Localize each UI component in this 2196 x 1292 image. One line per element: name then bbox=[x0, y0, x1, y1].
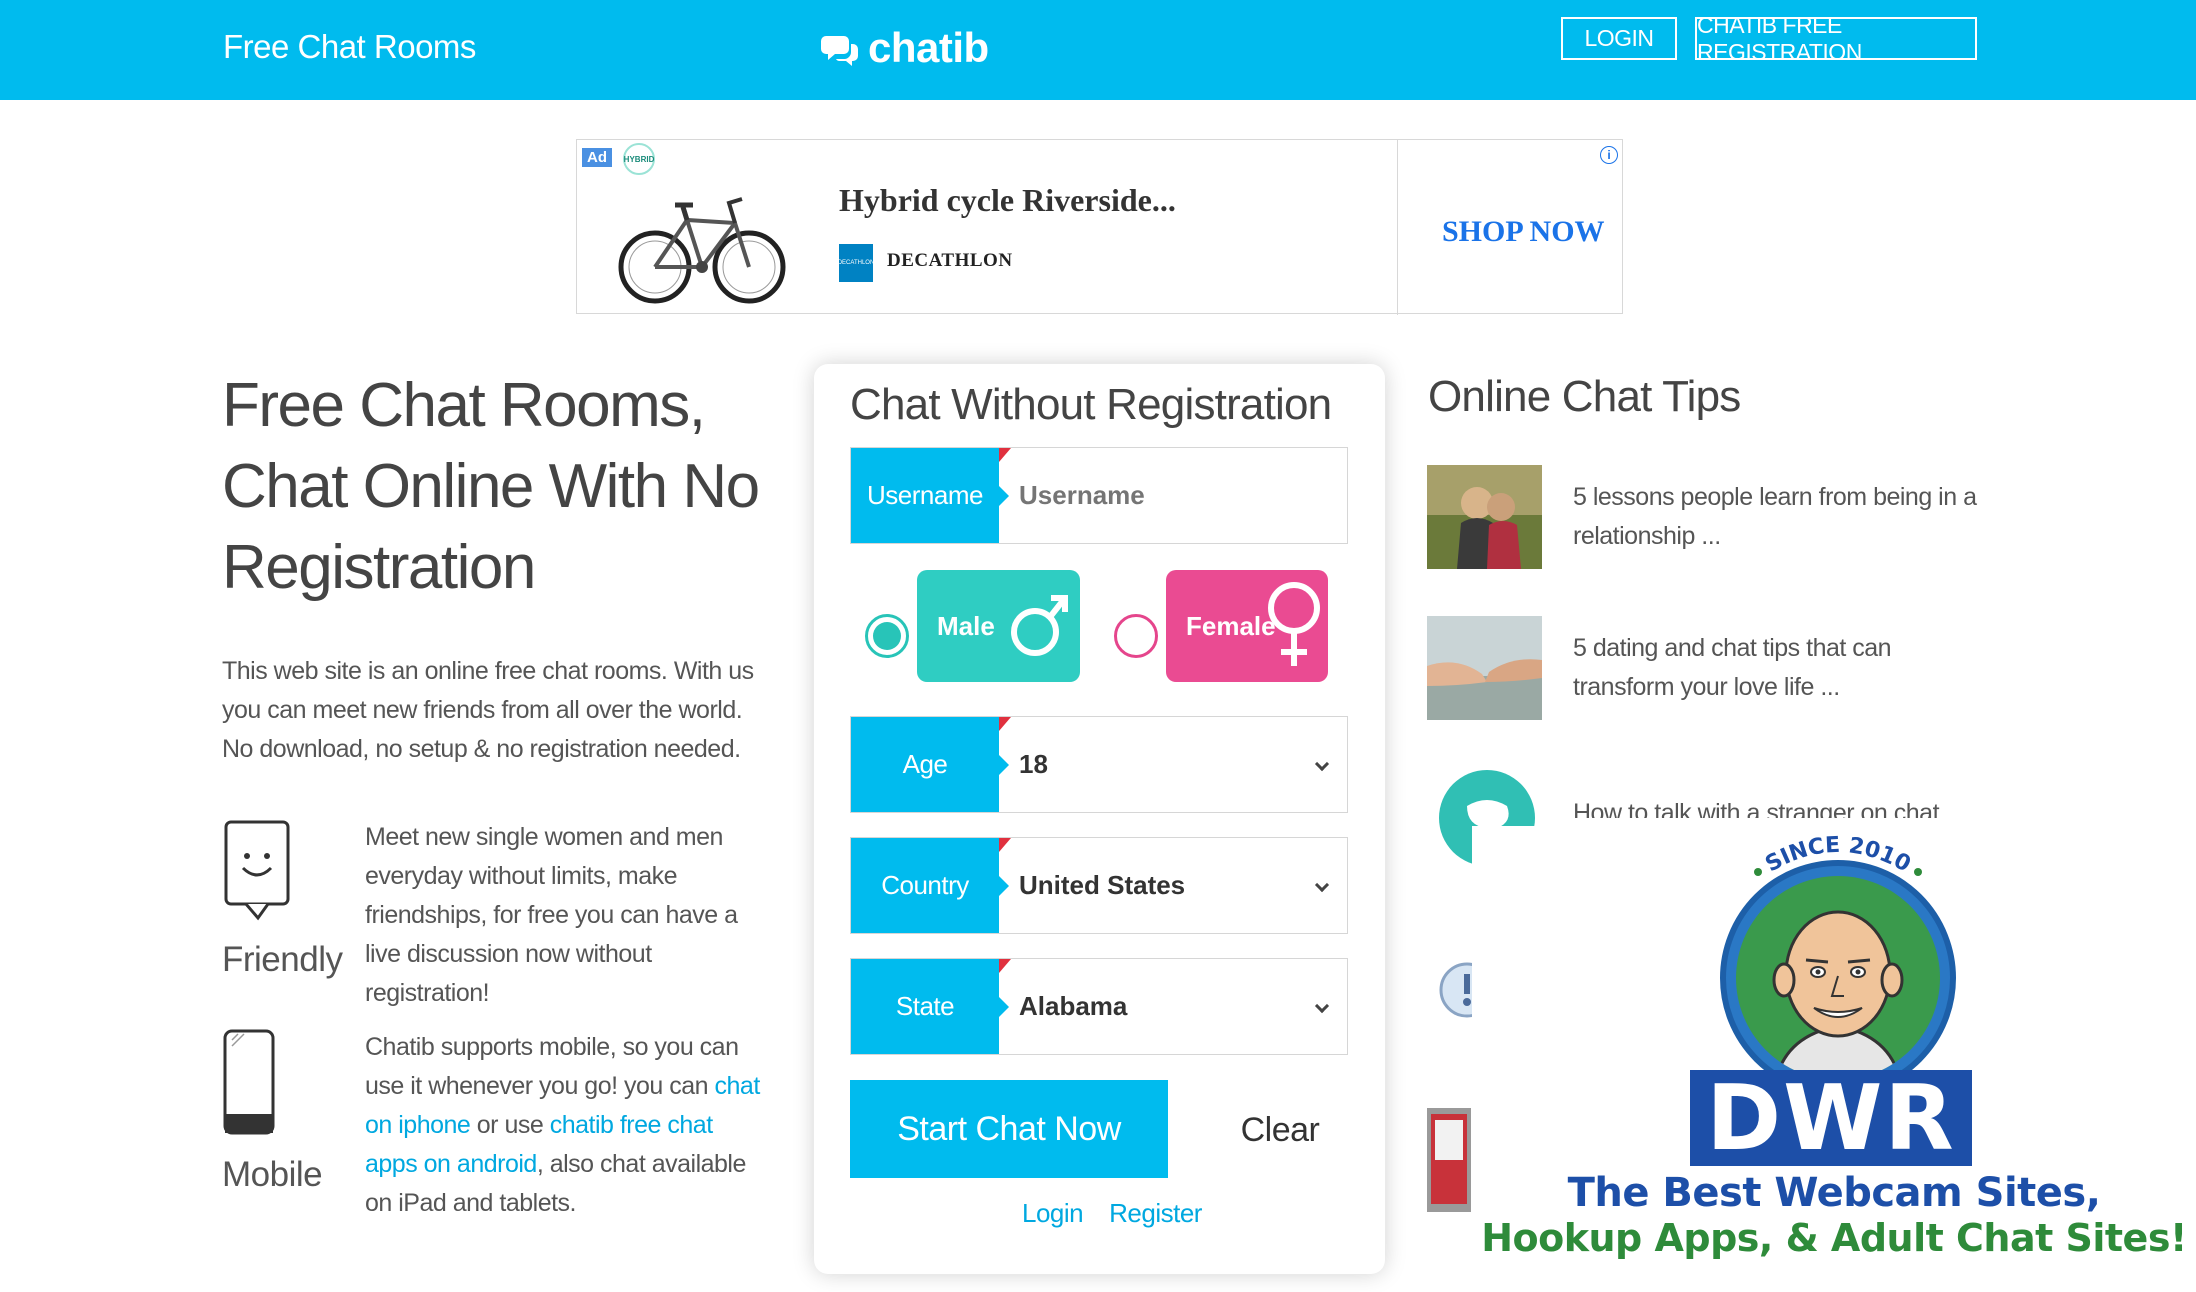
mascot-background bbox=[1736, 876, 1940, 1080]
friendly-label: Friendly bbox=[222, 940, 343, 979]
chat-bubbles-icon bbox=[821, 36, 858, 66]
advertisement-banner[interactable]: Ad HYBRID Hybrid cycle Riverside... DECA… bbox=[576, 139, 1623, 315]
form-title: Chat Without Registration bbox=[850, 380, 1332, 429]
dwr-mascot-badge bbox=[1720, 860, 1956, 1096]
age-label: Age bbox=[851, 717, 1011, 812]
intro-text: This web site is an online free chat roo… bbox=[222, 657, 754, 763]
female-label: Female bbox=[1186, 610, 1276, 641]
chatib-logo[interactable]: chatib bbox=[820, 24, 989, 72]
start-chat-button[interactable]: Start Chat Now bbox=[850, 1080, 1168, 1178]
top-navbar: Free Chat Rooms chatib LOGIN CHATIB FREE… bbox=[0, 0, 2196, 100]
mobile-phone-icon bbox=[223, 1029, 275, 1135]
mobile-label: Mobile bbox=[222, 1155, 323, 1194]
male-option[interactable]: Male bbox=[917, 570, 1080, 682]
username-input[interactable] bbox=[1019, 448, 1339, 543]
age-select[interactable]: Age 18 bbox=[850, 716, 1348, 813]
dwr-logo-letters: DWR bbox=[1690, 1066, 1972, 1171]
hybrid-badge-icon: HYBRID bbox=[623, 143, 655, 175]
bicycle-image bbox=[618, 197, 786, 304]
country-label: Country bbox=[851, 838, 1011, 933]
free-chat-rooms-link[interactable]: Free Chat Rooms bbox=[223, 28, 476, 66]
form-links: Login Register bbox=[1022, 1198, 1202, 1229]
chevron-down-icon bbox=[1314, 756, 1330, 771]
login-link[interactable]: Login bbox=[1022, 1198, 1084, 1229]
dwr-tagline-1: The Best Webcam Sites, bbox=[1567, 1170, 2101, 1216]
male-label: Male bbox=[937, 610, 995, 641]
smiley-chat-icon bbox=[224, 820, 290, 921]
country-value: United States bbox=[1019, 870, 1186, 900]
tip-item-3[interactable]: How to talk with a stranger on chat room… bbox=[1573, 794, 1993, 818]
ad-info-icon[interactable]: i bbox=[1600, 146, 1618, 164]
chevron-down-icon bbox=[1314, 998, 1330, 1013]
free-registration-button[interactable]: CHATIB FREE REGISTRATION bbox=[1695, 12, 1977, 65]
ad-badge: Ad bbox=[582, 148, 612, 167]
logo-text: chatib bbox=[868, 24, 989, 71]
tips-title: Online Chat Tips bbox=[1428, 372, 1741, 421]
decathlon-logo: DECATHLON bbox=[838, 244, 874, 282]
tip-item-2[interactable]: 5 dating and chat tips that can transfor… bbox=[1573, 629, 1993, 707]
shop-now-button[interactable]: SHOP NOW bbox=[1442, 215, 1605, 249]
male-radio[interactable] bbox=[865, 614, 909, 658]
clear-button[interactable]: Clear bbox=[1230, 1100, 1330, 1160]
state-value: Alabama bbox=[1019, 991, 1128, 1021]
holding-fingers-thumbnail[interactable] bbox=[1427, 616, 1542, 720]
female-radio[interactable] bbox=[1114, 614, 1158, 658]
female-option[interactable]: Female bbox=[1166, 570, 1328, 682]
country-select[interactable]: Country United States bbox=[850, 837, 1348, 934]
state-select[interactable]: State Alabama bbox=[850, 958, 1348, 1055]
age-value: 18 bbox=[1019, 749, 1048, 779]
tip-item-1[interactable]: 5 lessons people learn from being in a r… bbox=[1573, 478, 1993, 556]
male-symbol-icon bbox=[1011, 595, 1068, 656]
state-label: State bbox=[851, 959, 1011, 1054]
username-label: Username bbox=[851, 448, 1011, 543]
page-title: Free Chat Rooms, Chat Online With No Reg… bbox=[222, 371, 760, 602]
mobile-text: Chatib supports mobile, so you can use i… bbox=[365, 1033, 760, 1217]
female-symbol-icon bbox=[1268, 582, 1320, 666]
friendly-text: Meet new single women and men everyday w… bbox=[365, 823, 738, 1007]
username-field[interactable]: Username bbox=[850, 447, 1348, 544]
chevron-down-icon bbox=[1314, 877, 1330, 892]
ad-brand: DECATHLON bbox=[887, 250, 1013, 271]
couple-thumbnail[interactable] bbox=[1427, 465, 1542, 569]
register-link[interactable]: Register bbox=[1109, 1198, 1202, 1229]
ad-title[interactable]: Hybrid cycle Riverside... bbox=[839, 182, 1176, 219]
bald-man-mascot bbox=[1772, 910, 1904, 1080]
dwr-tagline-2: Hookup Apps, & Adult Chat Sites! bbox=[1481, 1216, 2187, 1260]
login-button[interactable]: LOGIN bbox=[1561, 17, 1677, 60]
ad-divider bbox=[1397, 140, 1398, 315]
